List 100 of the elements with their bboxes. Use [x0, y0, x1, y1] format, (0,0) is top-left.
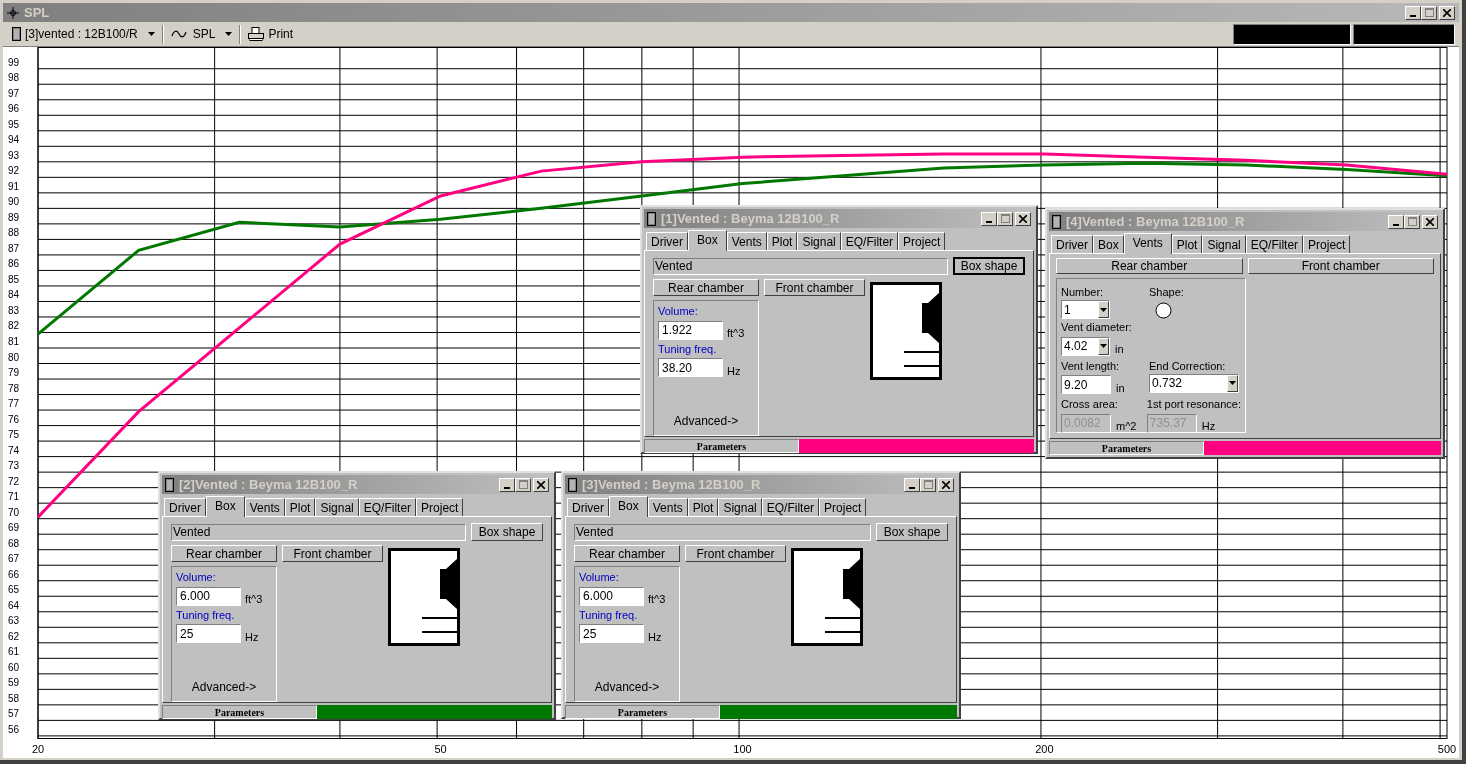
tab[interactable]: Vents — [647, 498, 688, 516]
tab[interactable]: Plot — [284, 498, 316, 516]
input-field[interactable]: 6.000 — [579, 586, 644, 606]
close-button[interactable] — [1439, 5, 1455, 20]
maximize-button[interactable] — [1404, 214, 1420, 229]
input-field[interactable]: 6.000 — [176, 586, 241, 606]
tab[interactable]: EQ/Filter — [1245, 235, 1304, 253]
x-axis-label: 100 — [733, 743, 752, 755]
field-label: Volume: — [176, 570, 217, 585]
chamber-button[interactable]: Rear chamber — [1056, 258, 1243, 274]
field-label: Cross area: — [1061, 397, 1119, 412]
close-button[interactable] — [938, 477, 954, 492]
field-label: Tuning freq. — [579, 607, 639, 623]
tab[interactable]: EQ/Filter — [840, 232, 899, 250]
status-label: Parameters — [1049, 441, 1204, 455]
y-axis-label: 56 — [8, 723, 20, 735]
tab[interactable]: Signal — [1202, 235, 1246, 253]
box-type-field[interactable]: Vented — [171, 523, 466, 541]
tab[interactable]: Signal — [315, 498, 359, 516]
tab[interactable]: Box — [609, 496, 648, 517]
chamber-button[interactable]: Front chamber — [1247, 258, 1434, 274]
box-shape-button[interactable]: Box shape — [953, 257, 1025, 275]
maximize-icon — [1424, 8, 1434, 17]
tab[interactable]: Signal — [797, 232, 841, 250]
y-axis-label: 65 — [8, 584, 20, 596]
status-label: Parameters — [565, 705, 720, 719]
toolbar-dropdown[interactable]: SPL — [165, 23, 238, 45]
window-title: SPL — [24, 3, 51, 22]
maximize-button[interactable] — [920, 477, 936, 492]
chamber-button[interactable]: Rear chamber — [171, 545, 277, 562]
minimize-button[interactable] — [499, 477, 515, 492]
circle-icon — [1155, 302, 1172, 319]
tab[interactable]: Project — [416, 498, 464, 516]
maximize-button[interactable] — [997, 211, 1013, 226]
chamber-button[interactable]: Front chamber — [282, 545, 383, 562]
box-type-field[interactable]: Vented — [653, 257, 948, 275]
advanced-link[interactable]: Advanced-> — [594, 678, 660, 696]
tab[interactable]: Box — [1093, 235, 1124, 253]
close-icon — [1426, 217, 1434, 226]
field-label: Volume: — [658, 304, 699, 319]
tab[interactable]: Plot — [687, 498, 719, 516]
advanced-link[interactable]: Advanced-> — [191, 678, 257, 696]
dropdown-field[interactable]: 0.732 — [1149, 373, 1239, 393]
tab[interactable]: Box — [206, 496, 245, 517]
box-shape-button[interactable]: Box shape — [876, 523, 948, 541]
tab[interactable]: Plot — [1171, 235, 1203, 253]
toolbar-dropdown[interactable]: [3]vented : 12B100/R — [7, 23, 160, 45]
chamber-button[interactable]: Rear chamber — [653, 279, 759, 296]
dropdown-field[interactable]: 4.02 — [1061, 336, 1110, 356]
chamber-button[interactable]: Front chamber — [685, 545, 786, 562]
tab[interactable]: Vents — [1123, 233, 1172, 254]
input-field[interactable]: 25 — [176, 624, 241, 644]
close-button[interactable] — [533, 477, 549, 492]
y-axis-label: 70 — [8, 506, 20, 518]
advanced-link[interactable]: Advanced-> — [673, 412, 739, 430]
close-button[interactable] — [1015, 211, 1031, 226]
y-axis-label: 66 — [8, 568, 20, 580]
caret-icon — [1100, 307, 1107, 312]
minimize-button[interactable] — [1388, 214, 1404, 229]
panel-icon — [568, 477, 577, 492]
unit-label: Hz — [245, 629, 259, 645]
tab[interactable]: Project — [819, 498, 867, 516]
y-axis-label: 73 — [8, 460, 20, 472]
chamber-button[interactable]: Rear chamber — [574, 545, 680, 562]
dropdown-field[interactable]: 1 — [1061, 300, 1110, 319]
tab[interactable]: Driver — [567, 498, 609, 516]
tab[interactable]: Box — [688, 230, 727, 251]
minimize-button[interactable] — [1405, 5, 1421, 20]
maximize-button[interactable] — [1421, 5, 1437, 20]
tab[interactable]: EQ/Filter — [761, 498, 820, 516]
chamber-button[interactable]: Front chamber — [764, 279, 865, 296]
maximize-icon — [1407, 217, 1417, 226]
input-field[interactable]: 9.20 — [1061, 375, 1111, 395]
tab[interactable]: Vents — [726, 232, 767, 250]
maximize-button[interactable] — [515, 477, 531, 492]
tab[interactable]: Driver — [646, 232, 688, 250]
tab[interactable]: Vents — [244, 498, 285, 516]
tab[interactable]: Signal — [718, 498, 762, 516]
caret-icon — [1100, 344, 1107, 349]
tab[interactable]: EQ/Filter — [358, 498, 417, 516]
status-label: Parameters — [162, 705, 317, 719]
tab[interactable]: Project — [1303, 235, 1351, 253]
close-button[interactable] — [1422, 214, 1438, 229]
y-axis-label: 85 — [8, 273, 20, 285]
status-label: Parameters — [644, 439, 799, 453]
minimize-button[interactable] — [981, 211, 997, 226]
y-axis-label: 76 — [8, 413, 20, 425]
minimize-button[interactable] — [904, 477, 920, 492]
input-field[interactable]: 1.922 — [658, 320, 723, 340]
tab[interactable]: Plot — [766, 232, 798, 250]
tab[interactable]: Project — [898, 232, 946, 250]
box-shape-button[interactable]: Box shape — [471, 523, 543, 541]
tab[interactable]: Driver — [1051, 235, 1093, 253]
toolbar-button[interactable]: Print — [243, 23, 299, 45]
tab[interactable]: Driver — [164, 498, 206, 516]
crosshair-icon — [7, 6, 19, 19]
input-field[interactable]: 38.20 — [658, 358, 723, 378]
box-type-field[interactable]: Vented — [574, 523, 871, 541]
input-field[interactable]: 25 — [579, 624, 644, 644]
y-axis-label: 87 — [8, 242, 20, 254]
